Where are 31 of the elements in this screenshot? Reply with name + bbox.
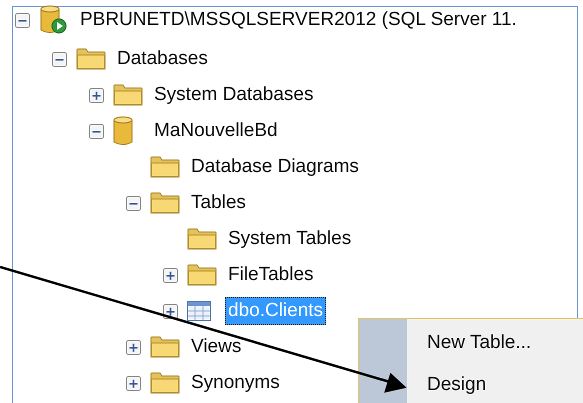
expand-icon[interactable] <box>126 376 141 390</box>
tree-item[interactable]: MaNouvelleBd <box>151 117 281 145</box>
tree-item[interactable]: Databases <box>114 45 211 73</box>
folder-icon <box>187 228 217 250</box>
collapse-icon[interactable] <box>15 12 30 28</box>
expand-icon[interactable] <box>163 268 178 282</box>
tree-item[interactable]: FileTables <box>225 261 317 289</box>
collapse-icon[interactable] <box>126 196 141 210</box>
folder-icon <box>150 192 180 214</box>
folder-icon <box>113 84 143 106</box>
menu-item[interactable]: Design <box>427 367 532 403</box>
table-icon <box>187 301 211 321</box>
tree-item[interactable]: Views <box>188 333 244 361</box>
folder-icon <box>150 156 180 178</box>
expand-icon[interactable] <box>163 304 178 318</box>
database-icon <box>113 116 133 146</box>
collapse-icon[interactable] <box>52 52 67 66</box>
tree-item[interactable]: Synonyms <box>188 369 283 397</box>
folder-icon <box>187 264 217 286</box>
tree-item[interactable]: System Tables <box>225 225 354 253</box>
folder-icon <box>150 336 180 358</box>
tree-item[interactable]: PBRUNETD\MSSQLSERVER2012 (SQL Server 11. <box>77 6 520 34</box>
tree-item[interactable]: System Databases <box>151 81 316 109</box>
folder-icon <box>76 48 106 70</box>
tree-item[interactable]: Tables <box>188 189 249 217</box>
menu-item[interactable]: New Table... <box>427 325 532 367</box>
expand-icon[interactable] <box>126 340 141 354</box>
expand-icon[interactable] <box>89 88 104 102</box>
folder-icon <box>150 372 180 394</box>
collapse-icon[interactable] <box>89 124 104 138</box>
tree-item[interactable]: Database Diagrams <box>188 153 362 181</box>
